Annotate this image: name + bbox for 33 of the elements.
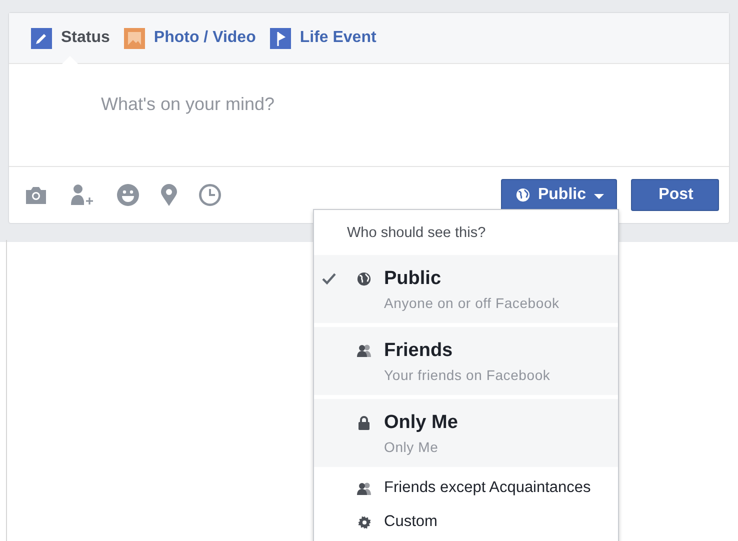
gear-icon bbox=[358, 516, 370, 528]
audience-option[interactable]: Only Me Only Me bbox=[314, 399, 618, 467]
friends-icon bbox=[356, 344, 372, 357]
option-description: Your friends on Facebook bbox=[384, 366, 552, 382]
camera-icon[interactable] bbox=[25, 186, 47, 204]
location-pin-icon[interactable] bbox=[161, 184, 177, 206]
audience-option[interactable]: Public Anyone on or off Facebook bbox=[314, 255, 618, 323]
option-title: Custom bbox=[384, 513, 438, 531]
option-description: Only Me bbox=[384, 438, 440, 454]
menu-heading: Who should see this? bbox=[346, 224, 487, 243]
globe-icon bbox=[516, 188, 530, 202]
pencil-icon bbox=[31, 28, 52, 48]
composer-tab[interactable]: Photo / Video bbox=[124, 13, 256, 63]
photo-icon bbox=[124, 28, 145, 48]
lock-icon bbox=[358, 416, 370, 430]
option-title: Only Me bbox=[384, 412, 459, 434]
audience-option[interactable]: Friends except Acquaintances bbox=[314, 471, 618, 505]
globe-icon bbox=[357, 272, 371, 286]
option-description: Anyone on or off Facebook bbox=[384, 294, 560, 310]
smiley-icon[interactable] bbox=[117, 184, 139, 206]
composer-tab[interactable]: Status bbox=[31, 13, 110, 63]
option-title: Friends bbox=[384, 340, 454, 362]
option-title: Friends except Acquaintances bbox=[384, 479, 592, 497]
tag-person-icon[interactable] bbox=[69, 184, 95, 206]
post-button[interactable]: Post bbox=[631, 179, 719, 211]
audience-option[interactable]: Friends Your friends on Facebook bbox=[314, 327, 618, 395]
friends-icon bbox=[356, 482, 372, 494]
clock-icon[interactable] bbox=[199, 184, 221, 206]
composer-tab[interactable]: Life Event bbox=[270, 13, 376, 63]
audience-button[interactable]: Public bbox=[500, 179, 617, 211]
audience-option[interactable]: Custom bbox=[314, 505, 618, 539]
flag-icon bbox=[270, 28, 291, 48]
option-title: Public bbox=[384, 268, 442, 290]
